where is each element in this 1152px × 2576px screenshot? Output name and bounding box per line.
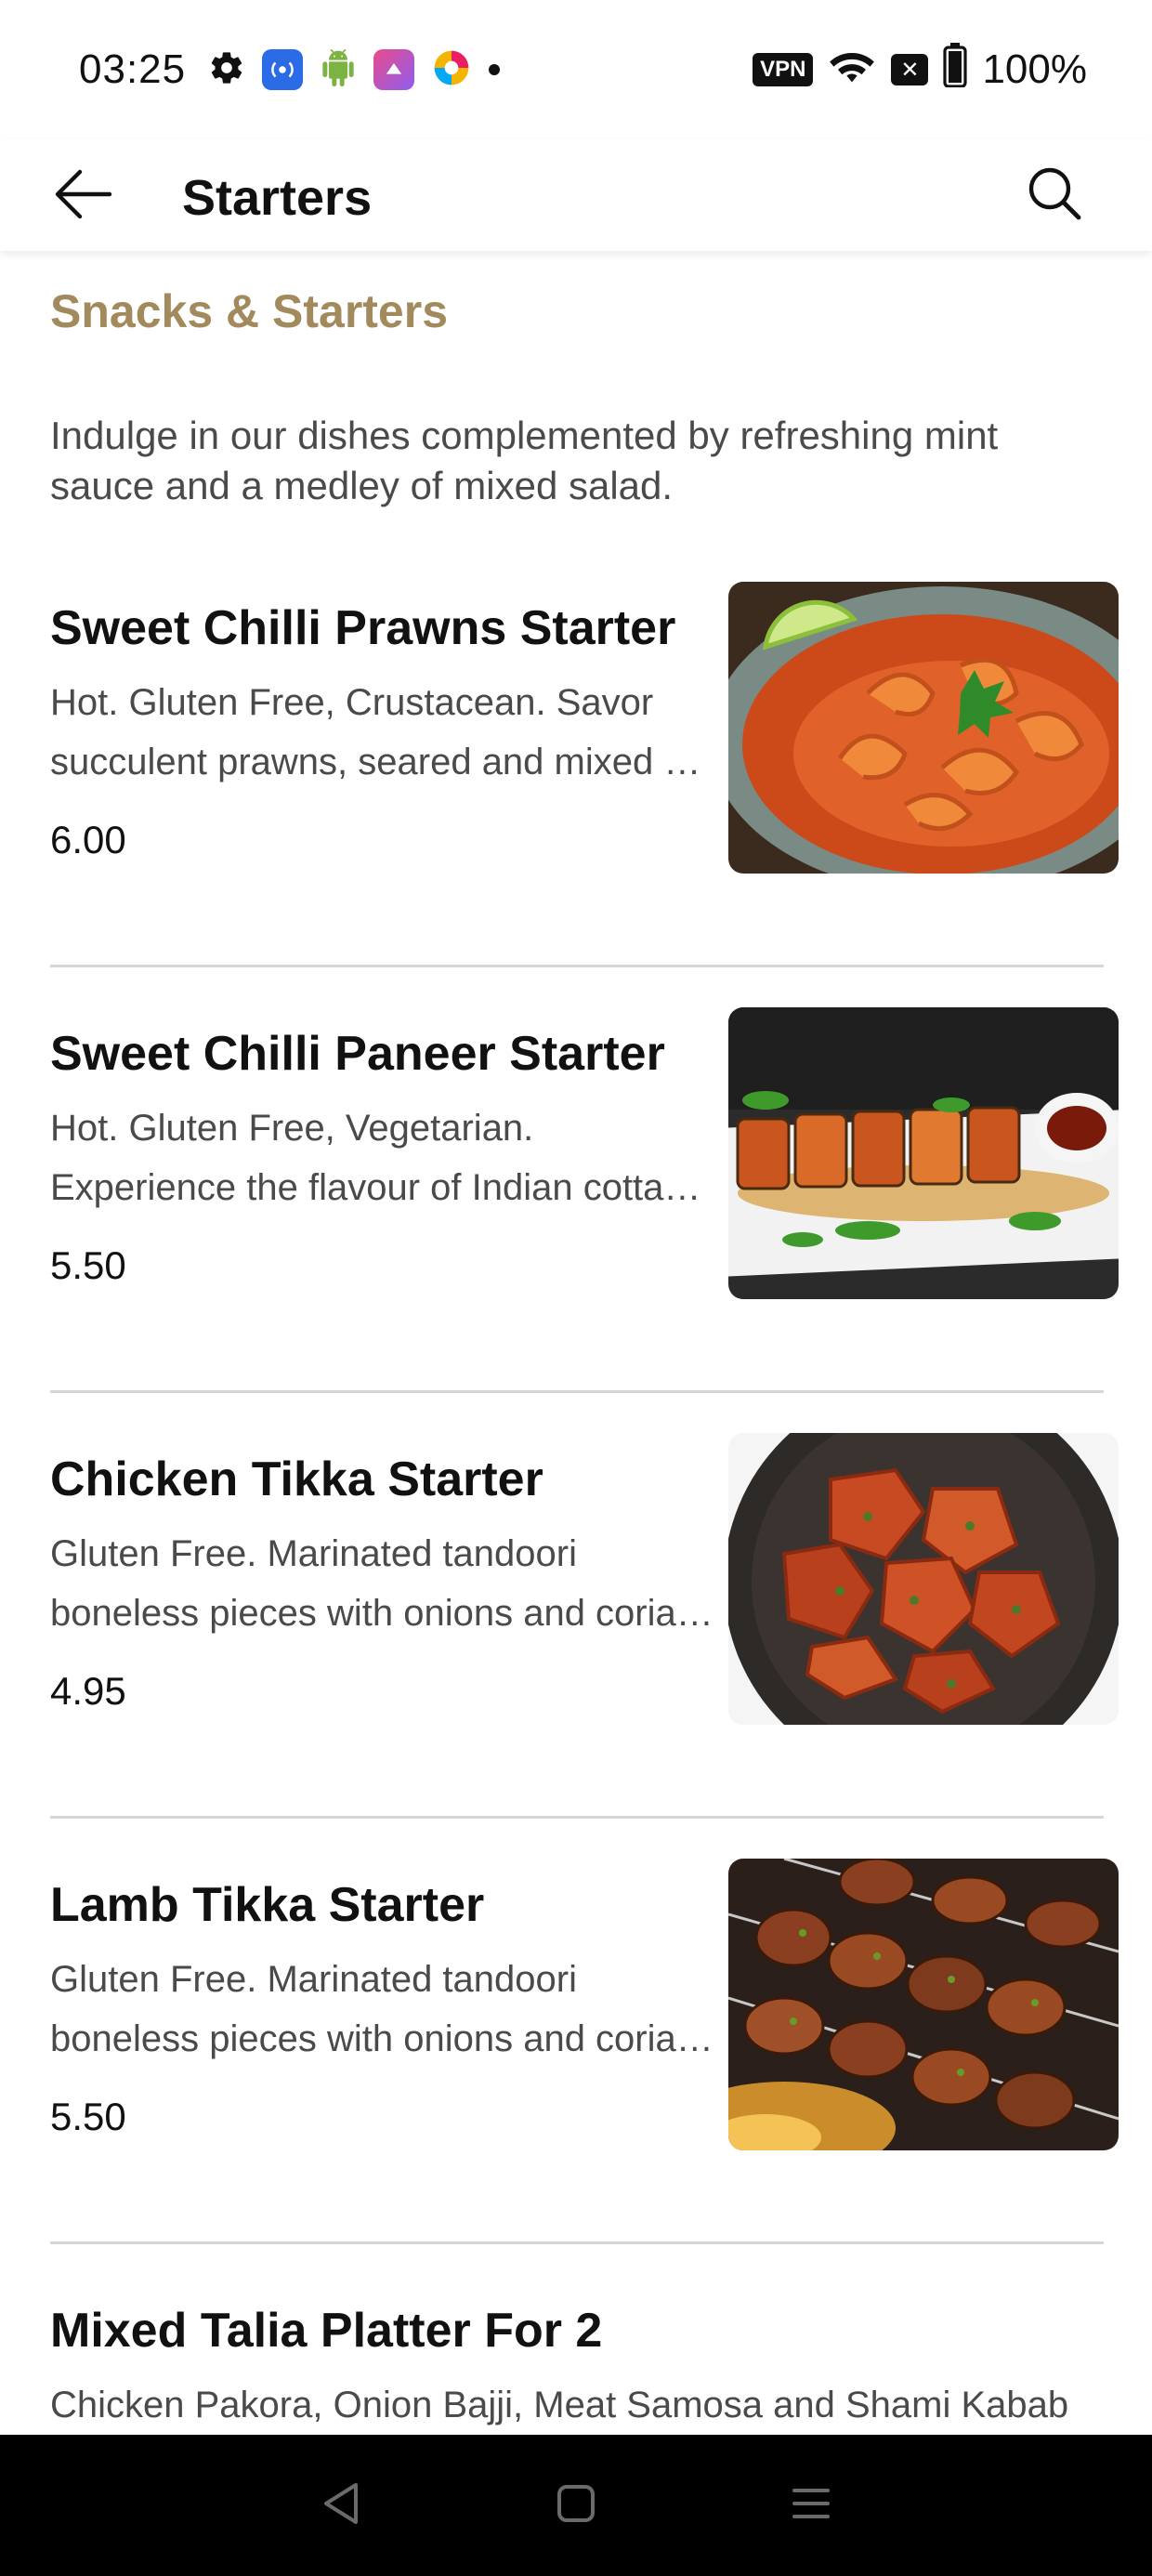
divider bbox=[50, 965, 1104, 967]
divider bbox=[50, 1816, 1104, 1819]
item-image[interactable] bbox=[728, 1859, 1119, 2150]
item-name: Lamb Tikka Starter bbox=[50, 1878, 485, 1932]
item-description: Gluten Free. Marinated tandoori boneless… bbox=[50, 1533, 713, 1634]
item-image[interactable] bbox=[728, 1433, 1119, 1725]
menu-item[interactable]: Sweet Chilli Prawns Starter Hot. Gluten … bbox=[50, 582, 1119, 1026]
home-square-icon bbox=[556, 2483, 596, 2529]
x-badge-icon: ✕ bbox=[891, 54, 929, 85]
item-name: Sweet Chilli Paneer Starter bbox=[50, 1027, 665, 1081]
item-description: Hot. Gluten Free, Crustacean. Savor succ… bbox=[50, 682, 701, 782]
menu-item[interactable]: Mixed Talia Platter For 2 Chicken Pakora… bbox=[50, 2303, 1119, 2435]
status-system-icons: VPN ✕ 100% bbox=[753, 42, 1087, 98]
menu-item[interactable]: Chicken Tikka Starter Gluten Free. Marin… bbox=[50, 1433, 1119, 1877]
app-bar: Starters bbox=[0, 139, 1152, 251]
menu-content[interactable]: Snacks & Starters Indulge in our dishes … bbox=[0, 251, 1152, 2435]
battery-percentage: 100% bbox=[982, 46, 1087, 92]
chicken-tikka-dish-image bbox=[728, 1433, 1119, 1725]
status-time: 03:25 bbox=[79, 46, 187, 92]
item-description: Gluten Free. Marinated tandoori boneless… bbox=[50, 1959, 713, 2059]
dot-icon bbox=[489, 64, 501, 75]
system-navigation-bar bbox=[0, 2435, 1152, 2576]
item-description: Hot. Gluten Free, Vegetarian. Experience… bbox=[50, 1108, 701, 1208]
android-icon bbox=[320, 48, 357, 91]
status-bar: 03:25 VPN ✕ 100% bbox=[0, 0, 1152, 139]
nav-recents-button[interactable] bbox=[765, 2459, 857, 2552]
item-image[interactable] bbox=[728, 1007, 1119, 1299]
item-name: Chicken Tikka Starter bbox=[50, 1452, 543, 1506]
menu-item[interactable]: Lamb Tikka Starter Gluten Free. Marinate… bbox=[50, 1859, 1119, 2303]
item-price: 4.95 bbox=[50, 1669, 126, 1713]
nav-home-button[interactable] bbox=[530, 2459, 622, 2552]
item-name: Mixed Talia Platter For 2 bbox=[50, 2304, 603, 2358]
item-price: 6.00 bbox=[50, 818, 126, 861]
item-description: Chicken Pakora, Onion Bajji, Meat Samosa… bbox=[50, 2385, 1069, 2425]
search-button[interactable] bbox=[1013, 158, 1096, 232]
wifi-icon bbox=[828, 45, 876, 96]
menu-item[interactable]: Sweet Chilli Paneer Starter Hot. Gluten … bbox=[50, 1007, 1119, 1452]
back-triangle-icon bbox=[321, 2481, 361, 2530]
page-title: Starters bbox=[182, 170, 373, 226]
lamb-tikka-dish-image bbox=[728, 1859, 1119, 2150]
recents-menu-icon bbox=[791, 2483, 831, 2529]
arrow-left-icon bbox=[54, 168, 113, 225]
prawns-dish-image bbox=[728, 582, 1119, 874]
paneer-dish-image bbox=[728, 1007, 1119, 1299]
item-name: Sweet Chilli Prawns Starter bbox=[50, 601, 676, 655]
battery-icon bbox=[943, 42, 968, 98]
item-image[interactable] bbox=[728, 582, 1119, 874]
search-icon bbox=[1027, 165, 1082, 226]
back-button[interactable] bbox=[46, 164, 121, 229]
vpn-icon: VPN bbox=[753, 53, 814, 86]
section-description: Indulge in our dishes complemented by re… bbox=[50, 414, 999, 507]
shortcut-app-icon bbox=[373, 49, 415, 90]
color-app-icon bbox=[431, 47, 472, 93]
status-notification-icons bbox=[208, 47, 501, 93]
gear-icon bbox=[208, 49, 245, 91]
divider bbox=[50, 1390, 1104, 1393]
nav-back-button[interactable] bbox=[295, 2459, 387, 2552]
radio-app-icon bbox=[262, 49, 304, 90]
section-title: Snacks & Starters bbox=[50, 285, 449, 337]
item-price: 5.50 bbox=[50, 1243, 126, 1287]
divider bbox=[50, 2241, 1104, 2244]
item-price: 5.50 bbox=[50, 2095, 126, 2138]
